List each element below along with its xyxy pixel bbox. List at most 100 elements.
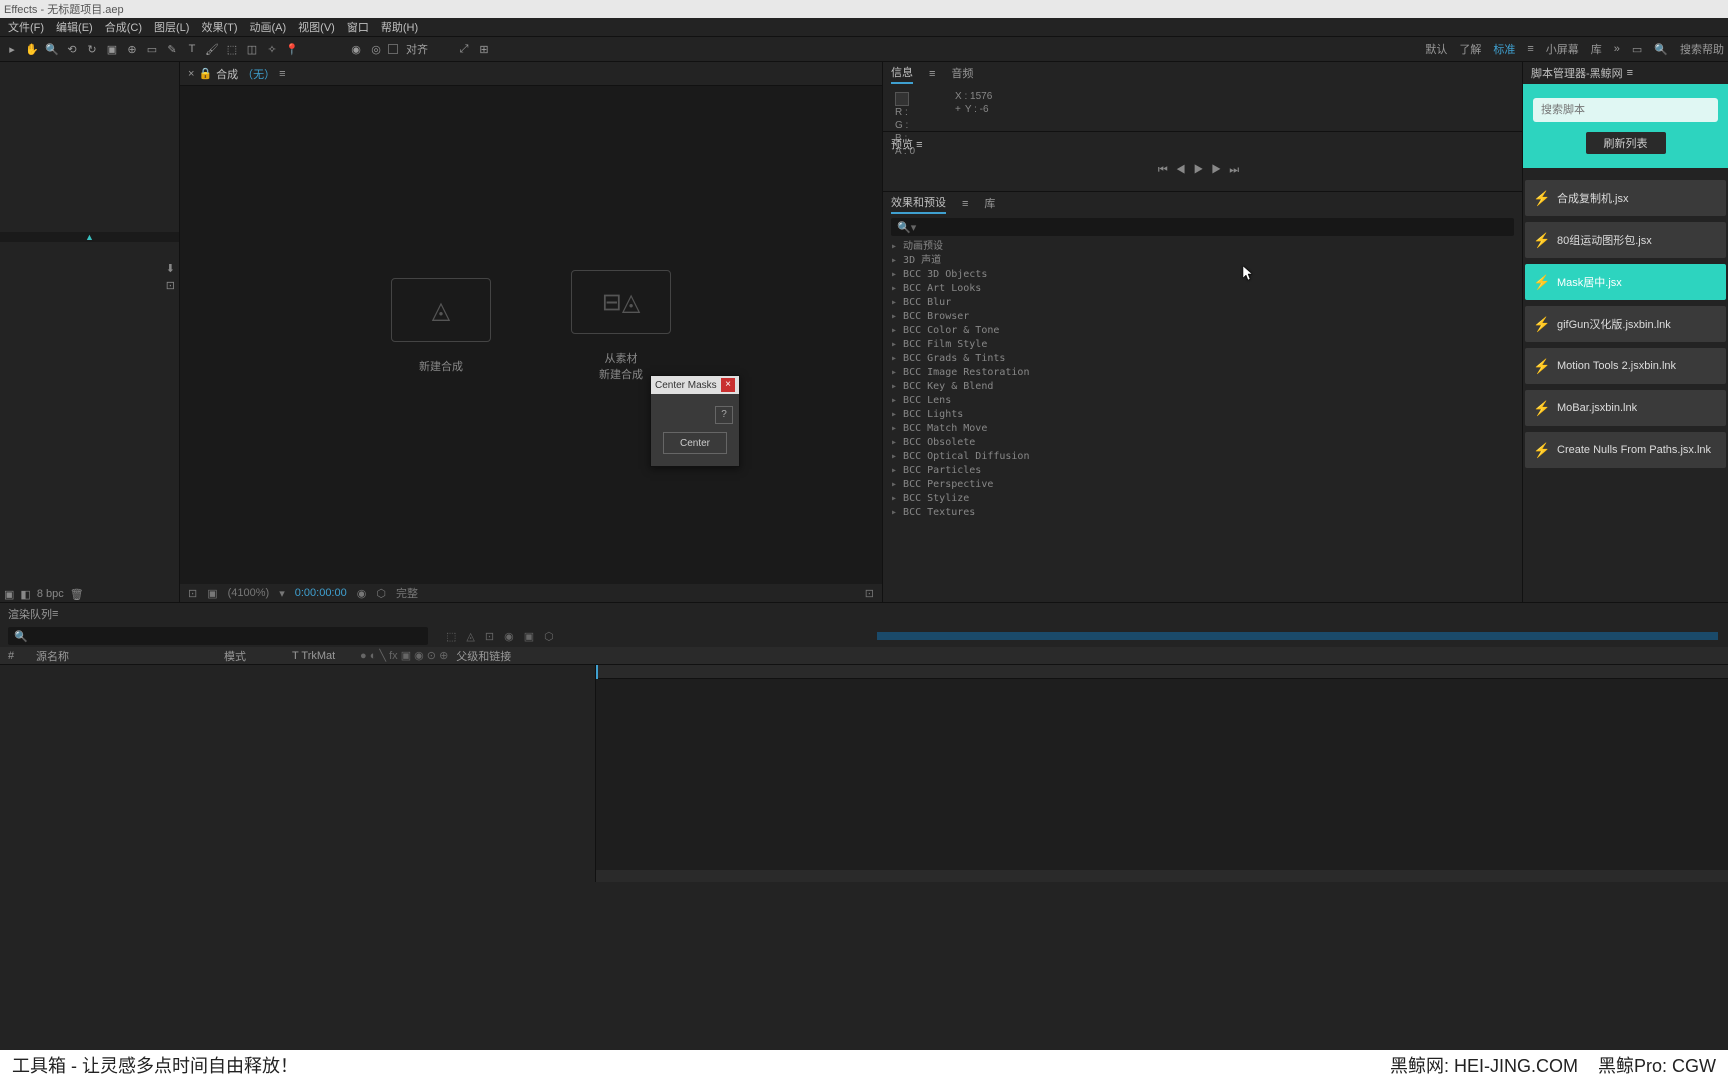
rect-tool-icon[interactable]: ▭ xyxy=(144,41,160,57)
orbit-tool-icon[interactable]: ⟲ xyxy=(64,41,80,57)
preview-label[interactable]: 预览 xyxy=(891,139,913,151)
effect-item[interactable]: BCC Film Style xyxy=(891,338,1514,352)
effect-item[interactable]: BCC Particles xyxy=(891,464,1514,478)
search-icon[interactable]: 🔍 xyxy=(1654,43,1668,56)
render-menu-icon[interactable]: ≡ xyxy=(52,608,58,620)
script-search-input[interactable] xyxy=(1533,98,1718,122)
info-menu-icon[interactable]: ≡ xyxy=(929,68,935,80)
effect-item[interactable]: 3D 声道 xyxy=(891,254,1514,268)
new-comp-card[interactable]: ◬ 新建合成 xyxy=(381,278,501,374)
workspace-menu-icon[interactable]: ≡ xyxy=(1527,43,1533,55)
render-queue-tab[interactable]: 渲染队列 xyxy=(8,606,52,622)
col-parent[interactable]: 父级和链接 xyxy=(456,648,536,664)
cf-zoom[interactable]: (4100%) xyxy=(228,587,270,599)
script-item[interactable]: ⚡80组运动图形包.jsx xyxy=(1525,222,1726,258)
shape-mode-icon[interactable]: ◎ xyxy=(368,41,384,57)
proj-icon2[interactable]: ◧ xyxy=(20,588,30,601)
script-item[interactable]: ⚡MoBar.jsxbin.lnk xyxy=(1525,390,1726,426)
snap-icon[interactable]: ⤢ xyxy=(456,41,472,57)
cf-icon2[interactable]: ▣ xyxy=(207,587,217,600)
effect-item[interactable]: BCC Grads & Tints xyxy=(891,352,1514,366)
cf-flow-icon[interactable]: ⊡ xyxy=(865,587,874,600)
timeline-ruler[interactable] xyxy=(596,665,1728,679)
workspace-default[interactable]: 默认 xyxy=(1425,41,1447,57)
tab-info[interactable]: 信息 xyxy=(891,64,913,84)
effect-item[interactable]: BCC Perspective xyxy=(891,478,1514,492)
tl-icon3[interactable]: ⊡ xyxy=(485,630,494,643)
comp-menu-icon[interactable]: ≡ xyxy=(279,68,285,80)
align-checkbox[interactable] xyxy=(388,44,398,54)
effects-menu-icon[interactable]: ≡ xyxy=(962,198,968,210)
proj-icon1[interactable]: ▣ xyxy=(4,588,14,601)
tl-icon2[interactable]: ◬ xyxy=(466,630,474,643)
tl-icon6[interactable]: ⬡ xyxy=(544,630,554,643)
tl-icon1[interactable]: ⬚ xyxy=(446,630,456,643)
effect-item[interactable]: BCC Optical Diffusion xyxy=(891,450,1514,464)
project-flow-icon[interactable]: ⊡ xyxy=(166,279,175,292)
puppet-tool-icon[interactable]: 📍 xyxy=(284,41,300,57)
timeline-scrollbar[interactable] xyxy=(596,870,1728,882)
menu-effect[interactable]: 效果(T) xyxy=(197,19,241,35)
work-area-bar[interactable] xyxy=(877,632,1718,640)
timeline-search[interactable]: 🔍 xyxy=(8,627,428,645)
prev-frame-icon[interactable]: ◀ xyxy=(1176,164,1194,176)
tab-presets[interactable]: 效果和预设 xyxy=(891,194,946,214)
effect-item[interactable]: BCC Lens xyxy=(891,394,1514,408)
selection-tool-icon[interactable]: ▸ xyxy=(4,41,20,57)
script-menu-icon[interactable]: ≡ xyxy=(1627,67,1633,79)
workspace-lib[interactable]: 库 xyxy=(1591,41,1602,57)
search-help-label[interactable]: 搜索帮助 xyxy=(1680,41,1724,57)
next-frame-icon[interactable]: ▶ xyxy=(1211,164,1229,176)
preview-menu-icon[interactable]: ≡ xyxy=(916,139,922,151)
eraser-tool-icon[interactable]: ◫ xyxy=(244,41,260,57)
effect-item[interactable]: BCC Art Looks xyxy=(891,282,1514,296)
effect-item[interactable]: BCC Color & Tone xyxy=(891,324,1514,338)
dialog-help-button[interactable]: ? xyxy=(715,406,733,424)
dialog-close-icon[interactable]: × xyxy=(721,378,735,392)
workspace-chevron-icon[interactable]: » xyxy=(1614,43,1620,55)
effect-item[interactable]: BCC Match Move xyxy=(891,422,1514,436)
cf-res[interactable]: 完整 xyxy=(396,585,418,601)
tl-icon5[interactable]: ▣ xyxy=(524,630,534,643)
camera-tool-icon[interactable]: ▣ xyxy=(104,41,120,57)
effect-item[interactable]: BCC 3D Objects xyxy=(891,268,1514,282)
menu-view[interactable]: 视图(V) xyxy=(294,19,339,35)
script-item[interactable]: ⚡Create Nulls From Paths.jsx.lnk xyxy=(1525,432,1726,468)
effect-item[interactable]: BCC Stylize xyxy=(891,492,1514,506)
tl-icon4[interactable]: ◉ xyxy=(504,630,514,643)
effect-item[interactable]: BCC Textures xyxy=(891,506,1514,520)
cf-icon1[interactable]: ⊡ xyxy=(188,587,197,600)
script-item[interactable]: ⚡Motion Tools 2.jsxbin.lnk xyxy=(1525,348,1726,384)
tab-library[interactable]: 库 xyxy=(984,195,995,213)
zoom-tool-icon[interactable]: 🔍 xyxy=(44,41,60,57)
effect-item[interactable]: BCC Obsolete xyxy=(891,436,1514,450)
effect-item[interactable]: BCC Blur xyxy=(891,296,1514,310)
col-mode[interactable]: 模式 xyxy=(224,648,284,664)
from-footage-card[interactable]: ⊟◬ 从素材 新建合成 xyxy=(561,270,681,382)
menu-anim[interactable]: 动画(A) xyxy=(246,19,291,35)
menu-edit[interactable]: 编辑(E) xyxy=(52,19,97,35)
cf-icon3[interactable]: ▾ xyxy=(279,587,285,600)
workspace-small[interactable]: 小屏幕 xyxy=(1546,41,1579,57)
comp-lock-icon[interactable]: 🔒 xyxy=(198,67,212,80)
trash-icon[interactable]: 🗑 xyxy=(70,588,84,601)
comp-close-icon[interactable]: × xyxy=(188,68,194,80)
tab-audio[interactable]: 音频 xyxy=(951,65,973,83)
hand-tool-icon[interactable]: ✋ xyxy=(24,41,40,57)
play-icon[interactable]: ▶ xyxy=(1194,164,1212,176)
effect-item[interactable]: BCC Key & Blend xyxy=(891,380,1514,394)
script-item[interactable]: ⚡gifGun汉化版.jsxbin.lnk xyxy=(1525,306,1726,342)
menu-help[interactable]: 帮助(H) xyxy=(377,19,422,35)
comp-tab-label[interactable]: 合成 xyxy=(216,66,238,82)
col-source[interactable]: 源名称 xyxy=(36,648,216,664)
col-num[interactable]: # xyxy=(8,650,28,662)
mask-mode-icon[interactable]: ◉ xyxy=(348,41,364,57)
center-button[interactable]: Center xyxy=(663,432,727,454)
effect-item[interactable]: BCC Browser xyxy=(891,310,1514,324)
stamp-tool-icon[interactable]: ⬚ xyxy=(224,41,240,57)
pen-tool-icon[interactable]: ✎ xyxy=(164,41,180,57)
rotate-tool-icon[interactable]: ↻ xyxy=(84,41,100,57)
script-item[interactable]: ⚡Mask居中.jsx xyxy=(1525,264,1726,300)
effect-item[interactable]: BCC Image Restoration xyxy=(891,366,1514,380)
menu-layer[interactable]: 图层(L) xyxy=(150,19,193,35)
